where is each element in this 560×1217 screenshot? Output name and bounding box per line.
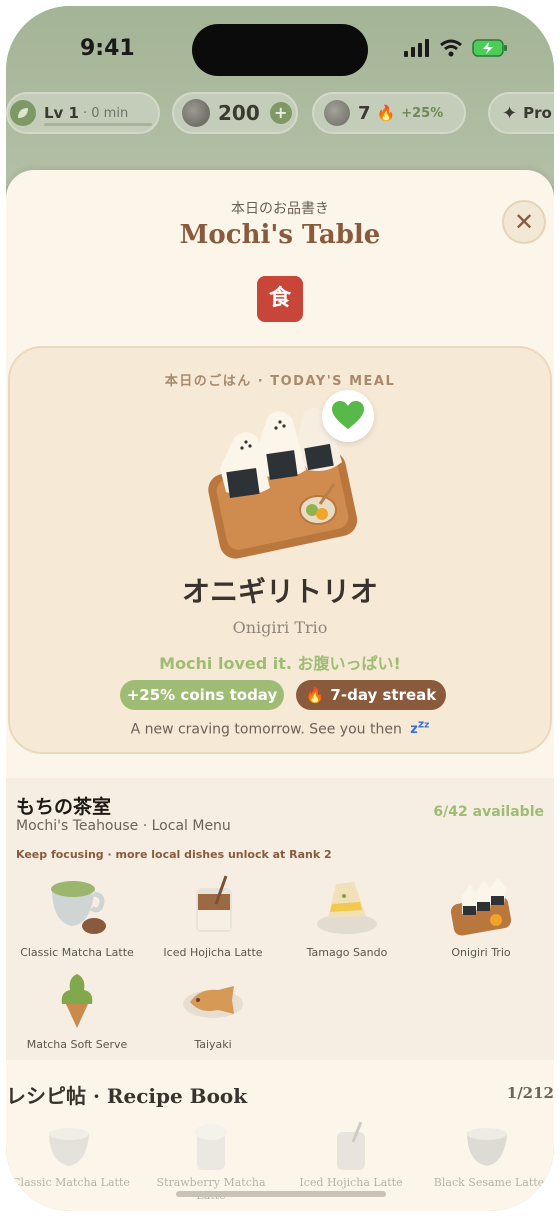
recipe-book-count: 1/212 <box>506 1084 554 1102</box>
recipe-item[interactable]: Strawberry Matcha Latte <box>146 1122 276 1202</box>
recipe-item-label: Iced Hojicha Latte <box>299 1176 403 1189</box>
locked-strawberry-latte-image <box>195 1124 227 1170</box>
close-button[interactable]: ✕ <box>502 200 546 244</box>
sheet-subtitle: 本日のお品書き <box>231 201 329 217</box>
level-pill[interactable]: Lv 1 · 0 min <box>6 92 160 134</box>
sparkle-icon: ✦ <box>502 102 518 124</box>
phone-frame: 9:41 Lv 1 · 0 min 200 + 7 🔥 +25% ✦ Pro 本… <box>6 6 554 1211</box>
streak-count: 7 <box>358 102 371 124</box>
close-icon: ✕ <box>513 208 535 236</box>
home-indicator <box>176 1191 386 1197</box>
recipe-item-label: Black Sesame Latte <box>433 1176 545 1189</box>
dish-matcha-soft-serve[interactable]: Matcha Soft Serve <box>12 970 142 1051</box>
fire-icon: 🔥 <box>376 104 396 122</box>
streak-chip: 🔥 7-day streak <box>296 680 446 710</box>
sleep-zzz-icon: zzz <box>410 718 430 738</box>
dish-label: Taiyaki <box>194 1038 232 1051</box>
coin-bonus-chip: +25% coins today <box>120 680 284 710</box>
dish-onigiri-trio[interactable]: Onigiri Trio <box>416 874 546 959</box>
level-label: Lv 1 <box>44 104 79 122</box>
teahouse-subtitle: Mochi's Teahouse · Local Menu <box>16 818 231 834</box>
recipe-item[interactable]: Classic Matcha Latte <box>6 1122 136 1189</box>
teahouse-hint: Keep focusing · more local dishes unlock… <box>16 848 332 861</box>
meal-reaction: Mochi loved it. お腹いっぱい! <box>159 654 401 673</box>
recipe-item[interactable]: Iced Hojicha Latte <box>286 1121 416 1189</box>
streak-pill[interactable]: 7 🔥 +25% <box>312 92 466 134</box>
dish-classic-matcha-latte[interactable]: Classic Matcha Latte <box>12 874 142 959</box>
teahouse-available: 6/42 available <box>433 804 544 820</box>
recipe-item-label: Strawberry Matcha Latte <box>156 1176 266 1202</box>
fire-icon: 🔥 <box>305 686 325 704</box>
battery-charging-icon <box>472 39 507 57</box>
streak-bonus: +25% <box>401 105 444 121</box>
locked-latte-image <box>49 1128 89 1166</box>
recipe-book-title: レシピ帖 · Recipe Book <box>6 1084 248 1108</box>
top-hud: Lv 1 · 0 min 200 + 7 🔥 +25% ✦ Pro <box>6 92 554 138</box>
meal-label: 本日のごはん · TODAY'S MEAL <box>164 374 396 389</box>
locked-sesame-latte-image <box>467 1128 507 1166</box>
meal-footer-text: A new craving tomorrow. See you then <box>130 721 402 738</box>
level-progress-bar <box>44 123 152 126</box>
recipe-item[interactable]: Black Sesame Latte <box>424 1122 554 1189</box>
hojicha-latte-image <box>196 875 232 932</box>
coin-bonus-label: +25% coins today <box>126 686 278 704</box>
leaf-icon <box>10 100 36 126</box>
recipe-item-label: Classic Matcha Latte <box>12 1176 130 1189</box>
taiyaki-image <box>183 986 243 1018</box>
status-bar: 9:41 <box>6 24 554 76</box>
pro-pill[interactable]: ✦ Pro <box>488 92 554 134</box>
meal-name-jp: オニギリトリオ <box>181 575 378 608</box>
dish-label: Classic Matcha Latte <box>20 946 134 959</box>
coins-pill[interactable]: 200 + <box>172 92 298 134</box>
sheet-title: Mochi's Table <box>179 220 381 250</box>
dish-taiyaki[interactable]: Taiyaki <box>148 970 278 1051</box>
level-time: · 0 min <box>83 105 129 121</box>
todays-meal-card: 本日のごはん · TODAY'S MEAL オニギリトリオ Onigiri Tr… <box>8 346 552 754</box>
recipe-book-section: レシピ帖 · Recipe Book 1/212 Classic Matcha … <box>6 1066 554 1211</box>
streak-chip-label: 7-day streak <box>330 686 437 704</box>
meal-footer: A new craving tomorrow. See you then zzz <box>10 718 550 737</box>
meal-name-en: Onigiri Trio <box>232 618 328 637</box>
coin-icon <box>182 99 210 127</box>
onigiri-trio-thumb <box>450 878 512 936</box>
teahouse-section: もちの茶室 Mochi's Teahouse · Local Menu 6/42… <box>6 778 554 1060</box>
add-coins-button[interactable]: + <box>269 102 292 124</box>
green-heart-icon <box>332 401 364 429</box>
coin-count: 200 <box>218 101 260 125</box>
status-time: 9:41 <box>80 36 135 61</box>
kanji-badge: 食 <box>257 276 303 322</box>
dynamic-island <box>192 24 368 76</box>
dish-label: Tamago Sando <box>306 946 388 959</box>
locked-hojicha-latte-image <box>337 1121 365 1170</box>
dish-iced-hojicha-latte[interactable]: Iced Hojicha Latte <box>148 874 278 959</box>
meal-liked-badge <box>322 390 374 442</box>
matcha-soft-serve-image <box>61 974 93 1028</box>
teahouse-title: もちの茶室 <box>16 796 112 818</box>
mochis-table-sheet: 本日のお品書き Mochi's Table ✕ 食 本日のごはん · TODAY… <box>6 170 554 1211</box>
wifi-icon <box>440 39 462 57</box>
dish-label: Iced Hojicha Latte <box>163 946 263 959</box>
system-icons <box>404 39 508 57</box>
signal-icon <box>404 39 429 57</box>
streak-stone-icon <box>324 100 350 126</box>
dish-label: Matcha Soft Serve <box>26 1038 128 1051</box>
pro-label: Pro <box>523 104 552 122</box>
tamago-sando-image <box>317 882 377 934</box>
matcha-latte-image <box>51 881 106 934</box>
dish-tamago-sando[interactable]: Tamago Sando <box>282 874 412 959</box>
dish-label: Onigiri Trio <box>451 946 511 959</box>
